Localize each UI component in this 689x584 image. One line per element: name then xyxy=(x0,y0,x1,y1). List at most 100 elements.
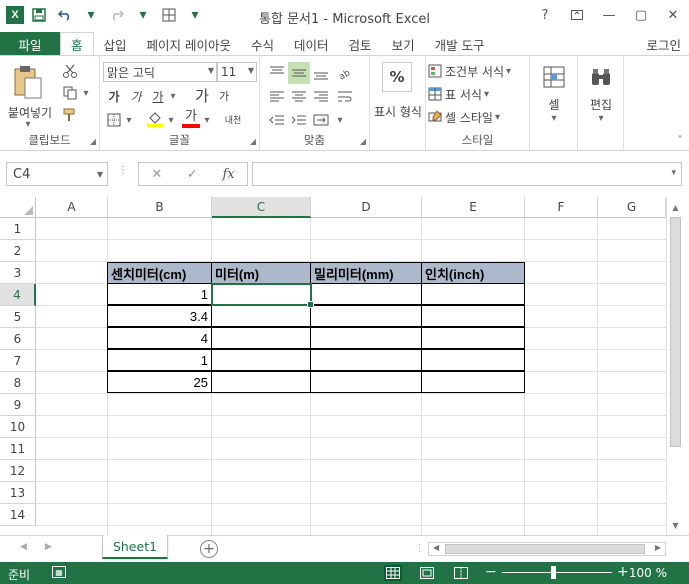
shrink-font-button[interactable]: 가 xyxy=(214,86,234,106)
vertical-scroll-thumb[interactable] xyxy=(670,217,681,447)
add-sheet-button[interactable]: + xyxy=(200,540,218,558)
horizontal-scroll-thumb[interactable] xyxy=(445,544,645,554)
row-header-5[interactable]: 5 xyxy=(0,306,36,328)
macro-record-icon[interactable]: ▦ xyxy=(52,566,66,578)
cancel-icon[interactable]: ✕ xyxy=(151,167,162,182)
borders-dropdown-icon[interactable]: ▾ xyxy=(124,113,134,127)
cell-b7[interactable]: 1 xyxy=(107,349,212,371)
bottom-align-icon[interactable] xyxy=(310,62,332,84)
underline-button[interactable]: 가 xyxy=(148,86,168,106)
paste-dropdown-icon[interactable]: ▾ xyxy=(20,118,36,130)
name-box[interactable]: C4 ▼ xyxy=(6,162,108,186)
copy-icon[interactable] xyxy=(60,84,80,102)
font-launcher-icon[interactable]: ◢ xyxy=(250,137,256,146)
row-header-2[interactable]: 2 xyxy=(0,240,36,262)
sheet-tab-sheet1[interactable]: Sheet1 xyxy=(102,535,168,559)
row-header-1[interactable]: 1 xyxy=(0,218,36,240)
cell-styles-button[interactable]: 셀 스타일 ▾ xyxy=(428,107,528,127)
cell-c6[interactable] xyxy=(211,327,311,349)
column-header-f[interactable]: F xyxy=(525,197,598,218)
cell-d3[interactable]: 밀리미터(mm) xyxy=(310,262,422,284)
tab-page-layout[interactable]: 페이지 레이아웃 xyxy=(137,32,241,56)
font-color-dropdown-icon[interactable]: ▾ xyxy=(202,113,212,127)
tab-formulas[interactable]: 수식 xyxy=(241,32,284,56)
tab-developer[interactable]: 개발 도구 xyxy=(425,32,495,56)
tab-split-handle[interactable]: ⋮ xyxy=(415,544,424,554)
cell-e7[interactable] xyxy=(421,349,525,371)
merge-center-icon[interactable] xyxy=(310,110,332,130)
row-header-9[interactable]: 9 xyxy=(0,394,36,416)
cell-b3[interactable]: 센치미터(cm) xyxy=(107,262,212,284)
cell-b4[interactable]: 1 xyxy=(107,283,212,305)
number-format-button[interactable]: 표시 형식 xyxy=(372,96,424,128)
horizontal-scrollbar[interactable]: ◀ ▶ xyxy=(428,542,666,556)
copy-dropdown-icon[interactable]: ▾ xyxy=(80,86,92,100)
scroll-right-icon[interactable]: ▶ xyxy=(655,543,661,552)
row-header-12[interactable]: 12 xyxy=(0,460,36,482)
cell-e6[interactable] xyxy=(421,327,525,349)
editing-dropdown-icon[interactable]: ▾ xyxy=(595,112,607,124)
customize-qat-icon[interactable]: ▾ xyxy=(184,5,206,25)
formula-bar-resize-handle[interactable]: ⋮ xyxy=(118,165,128,176)
cell-e3[interactable]: 인치(inch) xyxy=(421,262,525,284)
cells-dropdown-icon[interactable]: ▾ xyxy=(548,112,560,124)
close-button[interactable]: ✕ xyxy=(657,0,689,30)
format-as-table-button[interactable]: 표 서식 ▾ xyxy=(428,84,528,104)
tab-data[interactable]: 데이터 xyxy=(284,32,339,56)
percent-icon[interactable]: % xyxy=(382,62,412,92)
cell-c8[interactable] xyxy=(211,371,311,393)
cell-e8[interactable] xyxy=(421,371,525,393)
font-size-combo[interactable]: 11 ▼ xyxy=(217,62,257,82)
row-header-6[interactable]: 6 xyxy=(0,328,36,350)
bold-button[interactable]: 가 xyxy=(104,86,124,106)
cut-icon[interactable] xyxy=(60,62,80,80)
zoom-level[interactable]: 100 % xyxy=(629,566,667,580)
italic-button[interactable]: 가 xyxy=(126,86,146,106)
row-header-3[interactable]: 3 xyxy=(0,262,36,284)
cell-c5[interactable] xyxy=(211,305,311,327)
format-painter-icon[interactable] xyxy=(60,106,80,124)
align-right-icon[interactable] xyxy=(310,86,332,108)
merge-dropdown-icon[interactable]: ▾ xyxy=(334,113,346,127)
top-align-icon[interactable] xyxy=(266,62,288,84)
cell-b8[interactable]: 25 xyxy=(107,371,212,393)
decrease-indent-icon[interactable] xyxy=(266,110,288,130)
font-name-combo[interactable]: 맑은 고딕 ▼ xyxy=(103,62,217,82)
row-header-4[interactable]: 4 xyxy=(0,284,36,306)
editing-button[interactable]: 편집 xyxy=(581,96,621,112)
column-header-a[interactable]: A xyxy=(36,197,108,218)
align-left-icon[interactable] xyxy=(266,86,288,108)
zoom-out-button[interactable]: − xyxy=(485,564,497,580)
increase-indent-icon[interactable] xyxy=(288,110,310,130)
cells-button[interactable]: 셀 xyxy=(534,96,574,112)
tab-view[interactable]: 보기 xyxy=(382,32,425,56)
orientation-icon[interactable]: ab xyxy=(334,62,356,84)
column-header-c[interactable]: C xyxy=(212,197,311,218)
column-header-e[interactable]: E xyxy=(422,197,525,218)
help-button[interactable]: ? xyxy=(529,0,561,30)
save-icon[interactable] xyxy=(28,5,50,25)
tab-home[interactable]: 홈 xyxy=(60,32,94,56)
align-center-icon[interactable] xyxy=(288,86,310,108)
table-icon[interactable] xyxy=(158,5,180,25)
page-layout-view-icon[interactable] xyxy=(418,565,436,581)
row-header-10[interactable]: 10 xyxy=(0,416,36,438)
collapse-ribbon-icon[interactable]: ˄ xyxy=(674,134,686,146)
font-color-button[interactable]: 가 xyxy=(180,108,202,130)
cell-d7[interactable] xyxy=(310,349,422,371)
undo-dropdown-icon[interactable]: ▾ xyxy=(80,5,102,25)
tab-review[interactable]: 검토 xyxy=(339,32,382,56)
paste-icon[interactable] xyxy=(8,62,48,102)
column-header-g[interactable]: G xyxy=(598,197,666,218)
column-header-b[interactable]: B xyxy=(108,197,212,218)
alignment-launcher-icon[interactable]: ◢ xyxy=(360,137,366,146)
column-header-d[interactable]: D xyxy=(311,197,422,218)
cell-c7[interactable] xyxy=(211,349,311,371)
cell-d4[interactable] xyxy=(310,283,422,305)
fill-color-dropdown-icon[interactable]: ▾ xyxy=(166,113,176,127)
ribbon-display-options-icon[interactable] xyxy=(561,0,593,30)
row-header-8[interactable]: 8 xyxy=(0,372,36,394)
formula-input[interactable]: ▾ xyxy=(252,162,682,186)
scroll-down-icon[interactable]: ▼ xyxy=(667,517,684,533)
redo-dropdown-icon[interactable]: ▾ xyxy=(132,5,154,25)
